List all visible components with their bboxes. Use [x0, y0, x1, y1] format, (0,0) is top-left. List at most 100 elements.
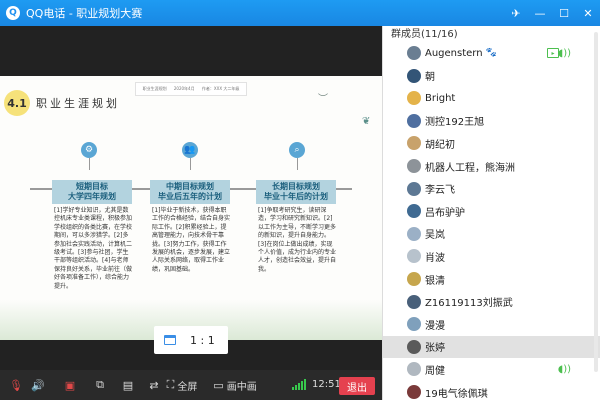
member-row[interactable]: 19电气徐佩琪	[383, 381, 600, 400]
leaf-decoration-icon: ❦	[362, 116, 371, 127]
pip-label: 画中画	[226, 381, 257, 393]
member-row[interactable]: 胡纪初	[383, 132, 600, 154]
long-term-goal-box: 长期目标规划 毕业十年后的计划	[256, 180, 336, 204]
avatar	[407, 249, 421, 264]
maximize-icon[interactable]: ☐	[552, 0, 576, 26]
avatar	[407, 272, 421, 286]
slide-section-number: 4.1	[4, 90, 30, 116]
slide-header-cell: 2020年4月	[173, 86, 195, 91]
goal-title: 长期目标规划	[272, 182, 320, 191]
call-toolbar: 🎙 🔊 ▣ ⧉ ▤ ⇄ ⛶ 全屏 ▭ 画中画 12:51 退出	[0, 370, 382, 400]
share-screen-icon[interactable]: ⧉	[92, 370, 108, 400]
qq-penguin-icon: Q	[6, 6, 20, 20]
member-row[interactable]: Bright	[383, 87, 600, 109]
member-name: Augenstern	[425, 47, 483, 59]
slide-header: 职业生涯规划 2020年4月 作者：XXX 大二年级	[135, 82, 247, 96]
member-name: Z16119113刘振武	[425, 298, 513, 310]
goal-title: 短期目标	[76, 182, 108, 191]
member-name: Bright	[425, 92, 456, 104]
shared-screen-view[interactable]: 职业生涯规划 2020年4月 作者：XXX 大二年级 4.1 职业生涯规划 ︶ …	[0, 26, 382, 370]
presentation-slide: 职业生涯规划 2020年4月 作者：XXX 大二年级 4.1 职业生涯规划 ︶ …	[0, 76, 382, 340]
member-name: 银清	[425, 275, 445, 287]
search-icon: ⌕	[289, 142, 305, 158]
fullscreen-button[interactable]: ⛶ 全屏	[164, 370, 200, 400]
avatar	[407, 294, 421, 309]
avatar	[407, 339, 421, 354]
member-row[interactable]: 周健 ◖))	[383, 358, 600, 380]
pip-button[interactable]: ▭ 画中画	[210, 370, 260, 400]
member-row[interactable]: 吕布驴驴	[383, 200, 600, 222]
member-row[interactable]: Z16119113刘振武	[383, 291, 600, 313]
member-name: 漫漫	[425, 320, 445, 332]
slide-header-cell: 职业生涯规划	[142, 86, 167, 91]
member-name: 吴岚	[425, 230, 445, 242]
member-row[interactable]: Augenstern 🐾 ▸ ◖))	[383, 42, 600, 64]
exit-call-button[interactable]: 退出	[339, 377, 375, 395]
member-name: 张婷	[425, 343, 445, 355]
avatar	[407, 385, 421, 399]
whiteboard-icon[interactable]: ▤	[120, 370, 136, 400]
pin-icon[interactable]: ✈	[504, 0, 528, 26]
goal-description: [1]学好专业知识，尤其是数控机床专业类课程，积极参加学校组织的各类比赛，在学校…	[54, 207, 133, 290]
member-row[interactable]: 漫漫	[383, 313, 600, 335]
avatar	[407, 362, 421, 377]
timeline-stem	[297, 158, 298, 170]
slide-header-cell: 作者：XXX 大二年级	[201, 86, 240, 91]
member-name: 李云飞	[425, 185, 455, 197]
minimize-icon[interactable]: —	[528, 0, 552, 26]
member-row[interactable]: 测控192王旭	[383, 110, 600, 132]
mic-muted-icon[interactable]: 🎙	[8, 370, 24, 400]
gear-icon: ⚙	[81, 142, 97, 158]
goal-subtitle: 大学四年规划	[68, 192, 116, 201]
fullscreen-icon: ⛶	[166, 378, 175, 391]
member-row[interactable]: 朝	[383, 65, 600, 87]
member-row[interactable]: 吴岚	[383, 223, 600, 245]
member-name: 19电气徐佩琪	[425, 388, 488, 400]
window-title: QQ电话 - 职业规划大赛	[26, 7, 143, 20]
camera-off-icon[interactable]: ▣	[62, 370, 78, 400]
member-row[interactable]: 张婷	[383, 335, 600, 358]
member-name: 朝	[425, 72, 435, 84]
call-timer: 12:51	[312, 379, 341, 390]
people-icon: 👥	[182, 142, 198, 158]
short-term-goal-box: 短期目标 大学四年规划	[52, 180, 132, 204]
avatar	[407, 204, 421, 219]
goal-description: [1]争取考研究生，读研深造，学习和研究新知识。[2]以工作为主导，不断学习更多…	[258, 207, 337, 273]
remote-control-icon[interactable]: ⇄	[146, 370, 162, 400]
member-name: 胡纪初	[425, 139, 455, 151]
member-badge-icon: 🐾	[485, 48, 497, 58]
goal-title: 中期目标规划	[166, 182, 214, 191]
signal-strength-icon	[292, 379, 306, 390]
window-titlebar: Q QQ电话 - 职业规划大赛 ✈ — ☐ ✕	[0, 0, 600, 26]
avatar	[407, 68, 421, 83]
member-panel: 群成员(11/16) Augenstern 🐾 ▸ ◖)) 朝 Bright 测控192王旭…	[382, 26, 600, 400]
member-name: 周健	[425, 365, 445, 377]
bird-decoration-icon: ︶	[318, 94, 328, 105]
aspect-ratio-icon	[164, 335, 176, 345]
member-row[interactable]: 银清	[383, 268, 600, 290]
pip-icon: ▭	[213, 378, 224, 392]
fullscreen-label: 全屏	[177, 381, 198, 393]
window-controls: ✈ — ☐ ✕	[504, 0, 600, 26]
member-list-scrollbar[interactable]	[594, 32, 598, 372]
member-name: 测控192王旭	[425, 117, 485, 129]
avatar	[407, 159, 421, 173]
avatar	[407, 317, 421, 332]
goal-subtitle: 毕业后五年的计划	[158, 192, 222, 201]
avatar	[407, 136, 421, 151]
close-icon[interactable]: ✕	[576, 0, 600, 26]
member-row[interactable]: 肖波	[383, 245, 600, 267]
timeline-stem	[89, 158, 90, 170]
timeline-stem	[190, 158, 191, 170]
aspect-ratio-button[interactable]: 1 : 1	[154, 326, 228, 354]
speaking-indicator-icon: ◖))	[557, 363, 571, 375]
member-name: 肖波	[425, 252, 445, 264]
speaker-icon[interactable]: 🔊	[30, 370, 46, 400]
aspect-ratio-label: 1 : 1	[190, 333, 215, 347]
member-row[interactable]: 李云飞	[383, 178, 600, 200]
avatar	[407, 91, 421, 106]
goal-description: [1]毕业于新技术，获得本职工作的合格经验，结合自身实际工作。[2]积累经验上，…	[152, 207, 231, 273]
speaking-indicator-icon: ◖))	[557, 47, 571, 59]
avatar	[407, 181, 421, 196]
member-row[interactable]: 机器人工程，熊海洲	[383, 155, 600, 177]
